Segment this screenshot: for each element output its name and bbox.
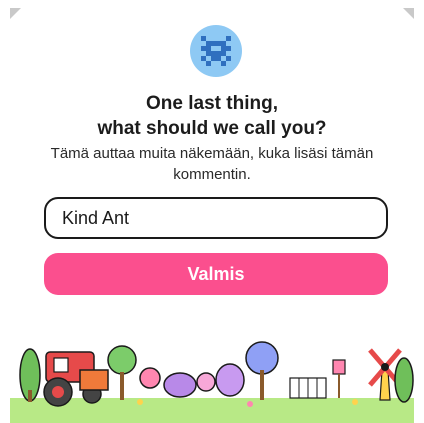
dialog-title-line2: what should we call you? bbox=[97, 118, 327, 139]
done-button[interactable]: Valmis bbox=[44, 253, 388, 295]
garden-illustration bbox=[10, 341, 414, 423]
name-input[interactable] bbox=[44, 197, 388, 239]
corner-fold-left-icon bbox=[10, 8, 21, 19]
avatar bbox=[190, 25, 242, 77]
pixel-ant-icon bbox=[201, 36, 231, 66]
dialog-description: Tämä auttaa muita näkemään, kuka lisäsi … bbox=[50, 145, 374, 183]
dialog-title-line1: One last thing, bbox=[146, 93, 278, 114]
corner-fold-right-icon bbox=[403, 8, 414, 19]
